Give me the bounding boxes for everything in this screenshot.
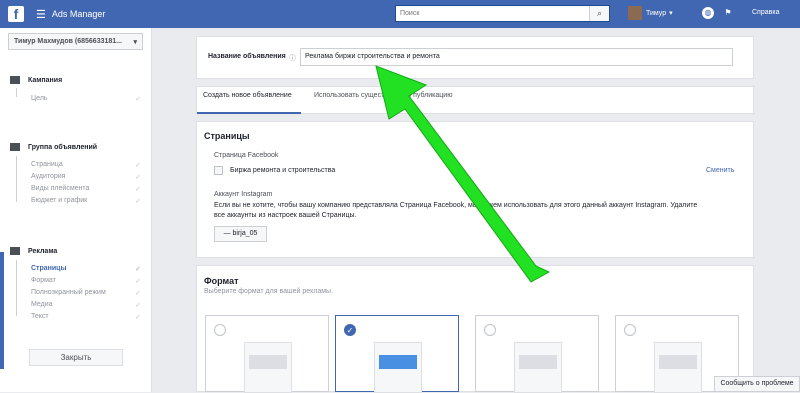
green-arrow-annotation (375, 65, 551, 283)
report-problem-button[interactable]: Сообщить о проблеме (714, 376, 800, 392)
